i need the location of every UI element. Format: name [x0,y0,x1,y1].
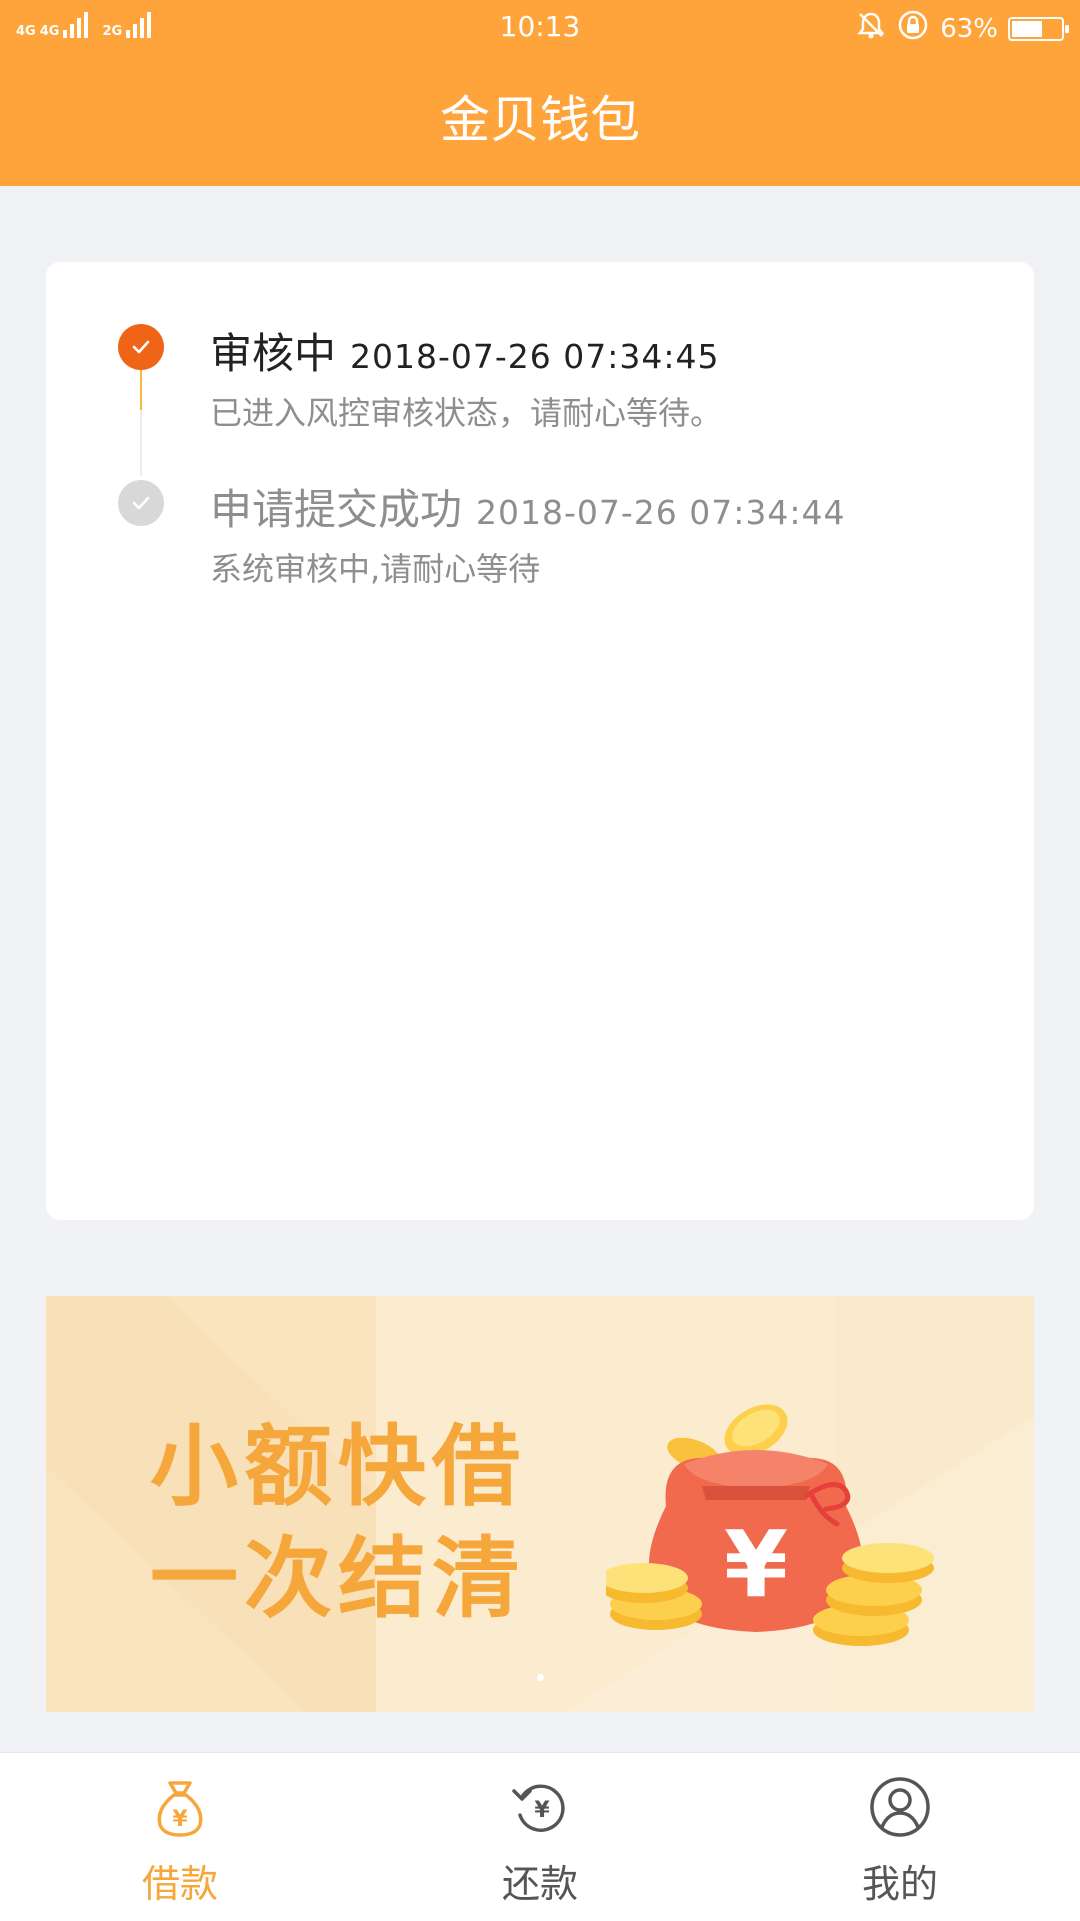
tab-label: 我的 [861,1862,938,1906]
tab-borrow[interactable]: ¥ 借款 [0,1753,360,1921]
repay-cycle-icon: ¥ [512,1784,565,1832]
banner-headline: 小额快借 [150,1415,527,1518]
bottom-navigation: ¥ 借款 ¥ 还款 我的 [0,1752,1080,1921]
step-description: 系统审核中,请耐心等待 [210,550,541,588]
step-title: 申请提交成功 [210,485,463,534]
check-circle-icon [118,480,164,526]
rotation-lock-icon [896,8,930,49]
mute-bell-icon [856,10,886,47]
application-progress-card: 审核中 2018-07-26 07:34:45 已进入风控审核状态，请耐心等待。 … [46,262,1034,1220]
tab-label: 借款 [141,1862,218,1906]
svg-text:¥: ¥ [534,1798,550,1823]
battery-icon [1008,16,1069,41]
battery-percent: 63% [940,13,998,44]
banner-subheadline: 一次结清 [150,1527,527,1630]
step-header: 申请提交成功 2018-07-26 07:34:44 [210,476,846,537]
tab-repay[interactable]: ¥ 还款 [360,1753,720,1921]
step-title: 审核中 [210,329,337,378]
top-bar: 4G 4G 2G 10:13 63% 金贝钱包 [0,0,1080,186]
svg-text:¥: ¥ [172,1807,188,1832]
step-time: 2018-07-26 07:34:45 [350,337,720,376]
timeline-connector [140,410,142,476]
check-circle-icon [118,324,164,370]
tab-mine[interactable]: 我的 [720,1753,1080,1921]
money-bag-icon: ¥ [157,1781,203,1837]
money-bag-illustration: ¥ [606,1404,934,1646]
tab-label: 还款 [501,1862,578,1906]
status-right: 63% [856,8,1069,49]
step-time: 2018-07-26 07:34:44 [476,493,846,532]
step-description: 已进入风控审核状态，请耐心等待。 [210,394,723,432]
page-title: 金贝钱包 [440,91,640,149]
yen-symbol: ¥ [724,1511,788,1618]
promo-banner[interactable]: 小额快借 一次结清 ¥ [46,1296,1034,1712]
carousel-indicator[interactable] [537,1674,544,1681]
battery-level-fill [1012,20,1042,37]
status-bar: 4G 4G 2G 10:13 63% [0,0,1080,54]
step-header: 审核中 2018-07-26 07:34:45 [210,320,720,381]
user-profile-icon [870,1777,930,1837]
